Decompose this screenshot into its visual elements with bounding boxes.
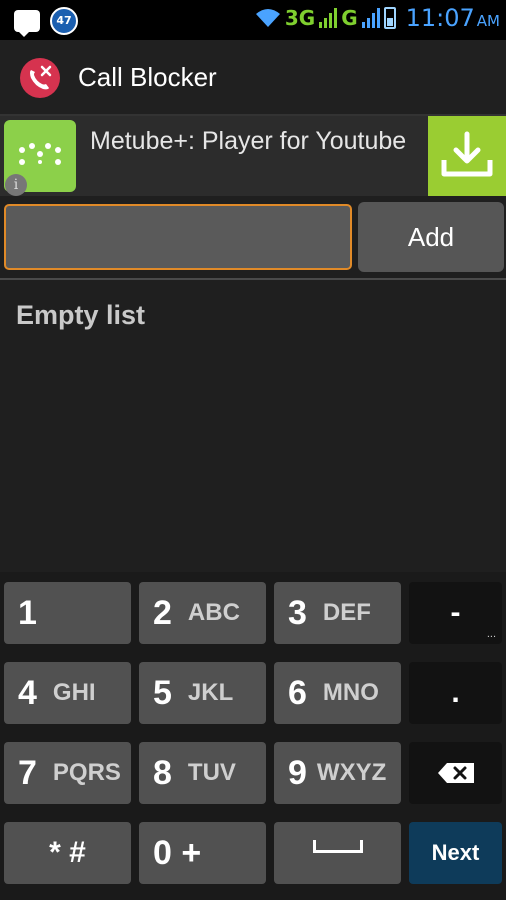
key-9[interactable]: 9 WXYZ: [274, 742, 401, 804]
action-bar: Call Blocker: [0, 40, 506, 116]
signal-strength-icon-2: [361, 8, 380, 28]
key-star-hash[interactable]: * #: [4, 822, 131, 884]
backspace-icon: [437, 763, 474, 783]
space-icon: [312, 840, 363, 853]
network-type-g: G: [341, 6, 358, 30]
key-6[interactable]: 6 MNO: [274, 662, 401, 724]
add-number-bar: Add: [0, 196, 506, 280]
key-dash[interactable]: - ...: [409, 582, 502, 644]
empty-list-label: Empty list: [16, 300, 146, 330]
space-key[interactable]: [274, 822, 401, 884]
key-7[interactable]: 7 PQRS: [4, 742, 131, 804]
phone-blocked-icon[interactable]: [20, 58, 60, 98]
key-3[interactable]: 3 DEF: [274, 582, 401, 644]
clock: 11:07 AM: [405, 4, 500, 32]
key-4[interactable]: 4 GHI: [4, 662, 131, 724]
backspace-key[interactable]: [409, 742, 502, 804]
next-key[interactable]: Next: [409, 822, 502, 884]
bbm-chat-icon: [14, 10, 40, 37]
ad-banner[interactable]: i Metube+: Player for Youtube: [0, 116, 506, 196]
download-button[interactable]: [428, 116, 506, 196]
key-period[interactable]: .: [409, 662, 502, 724]
status-bar: 47 3G G 11:07 AM: [0, 0, 506, 40]
wifi-icon: [255, 9, 280, 27]
key-5[interactable]: 5 JKL: [139, 662, 266, 724]
phone-number-input[interactable]: [4, 204, 352, 270]
ad-info-icon[interactable]: i: [5, 174, 27, 196]
battery-icon: [383, 7, 396, 29]
signal-strength-icon: [319, 8, 338, 28]
app-title: Call Blocker: [78, 62, 217, 92]
ad-title: Metube+: Player for Youtube: [90, 127, 407, 155]
notification-count-badge: 47: [50, 7, 78, 35]
key-1[interactable]: 1: [4, 582, 131, 644]
numeric-keyboard: 1 2 ABC 3 DEF - ... 4 GHI 5 JKL 6 MNO . 7 PQRS…: [0, 572, 506, 900]
download-icon: [441, 131, 493, 177]
add-button[interactable]: Add: [358, 202, 504, 272]
key-2[interactable]: 2 ABC: [139, 582, 266, 644]
key-0-plus[interactable]: 0 +: [139, 822, 266, 884]
key-8[interactable]: 8 TUV: [139, 742, 266, 804]
network-type-3g: 3G: [284, 6, 316, 30]
more-symbols-indicator: ...: [486, 628, 496, 640]
